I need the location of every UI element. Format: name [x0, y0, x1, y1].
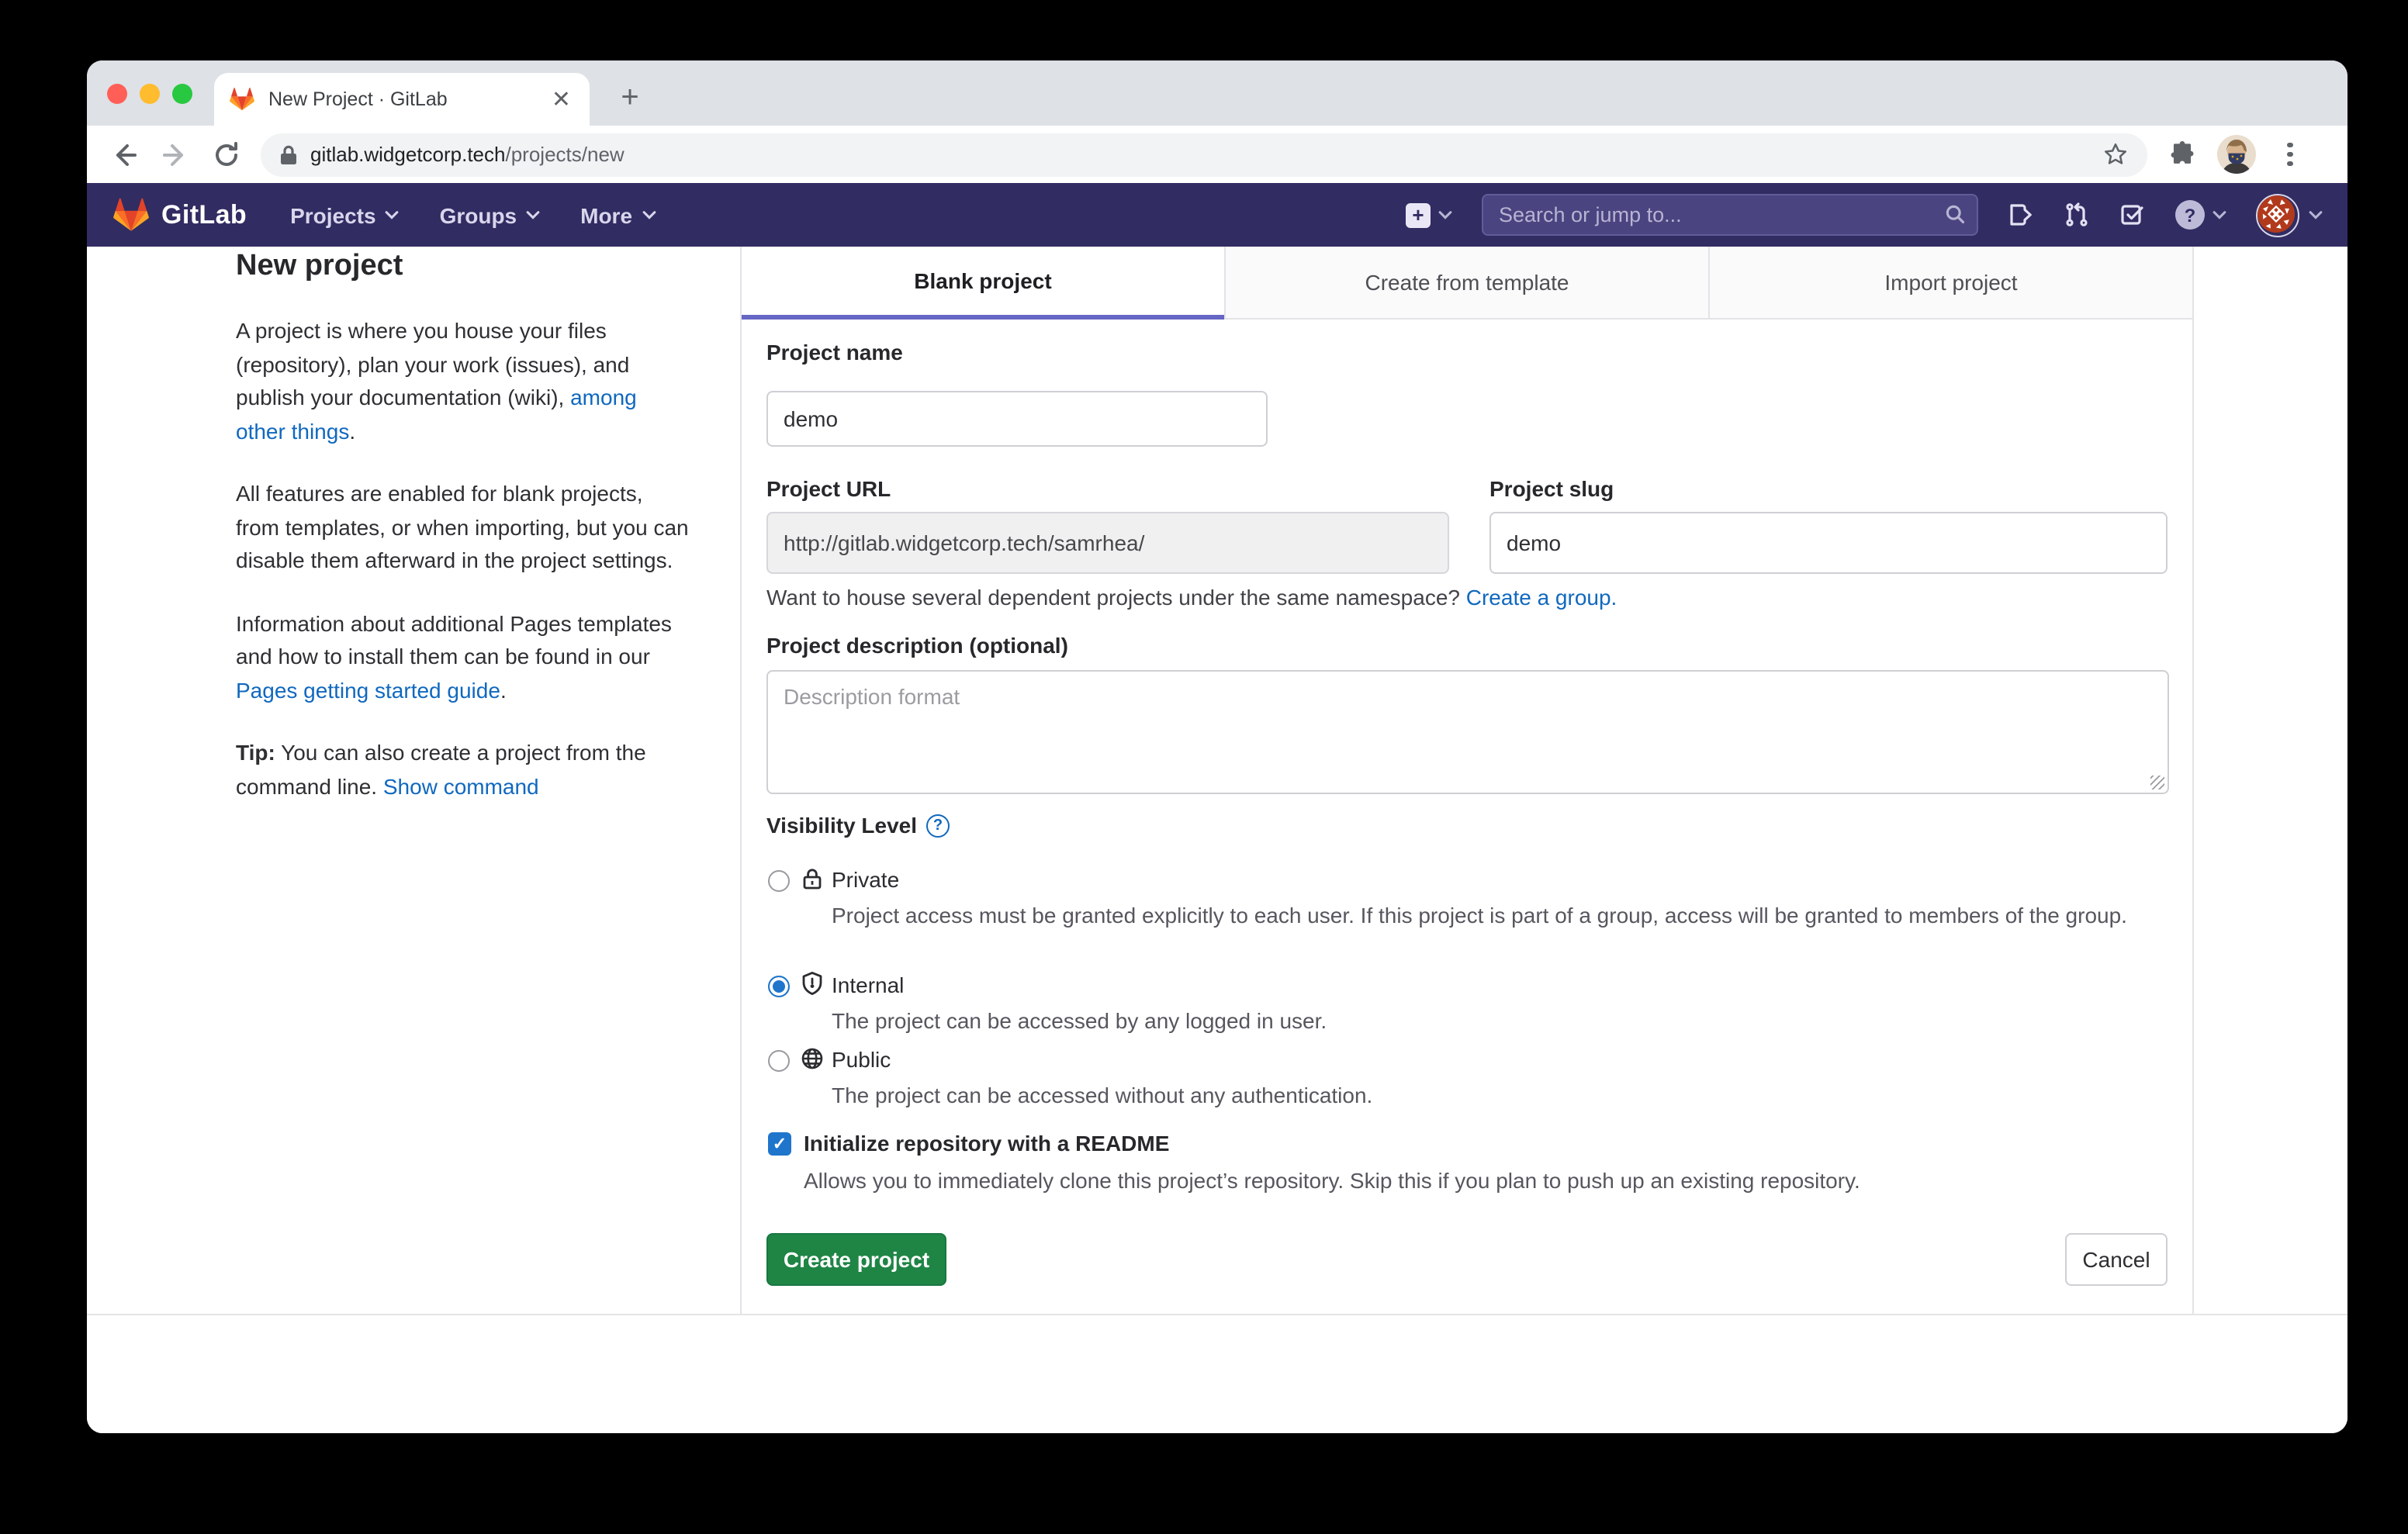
back-icon[interactable] — [110, 140, 138, 168]
chevron-down-icon — [1438, 210, 1452, 219]
browser-tab[interactable]: New Project · GitLab ✕ — [214, 73, 590, 126]
project-slug-label: Project slug — [1489, 476, 1614, 501]
page-bottom-divider — [87, 1314, 2347, 1315]
toolbar-right — [2169, 135, 2302, 174]
chevron-down-icon — [2213, 210, 2226, 219]
public-option-label[interactable]: Public — [832, 1047, 891, 1072]
visibility-level-label: Visibility Level ? — [766, 813, 950, 838]
global-search — [1482, 194, 1978, 236]
namespace-hint: Want to house several dependent projects… — [766, 585, 1617, 610]
project-slug-input[interactable] — [1489, 512, 2168, 574]
gitlab-logo[interactable]: GitLab — [113, 197, 247, 233]
new-project-panel: Blank project Create from template Impor… — [740, 247, 2194, 1314]
lock-icon — [801, 867, 824, 892]
issues-icon[interactable] — [2008, 202, 2034, 228]
help-icon: ? — [2175, 200, 2205, 230]
gitlab-favicon-icon — [230, 87, 254, 112]
new-project-sidebar: New project A project is where you house… — [236, 247, 689, 833]
window-close-button[interactable] — [107, 84, 127, 104]
project-name-label: Project name — [766, 340, 903, 364]
user-avatar — [2256, 193, 2299, 237]
tab-blank-project[interactable]: Blank project — [742, 247, 1224, 320]
lock-icon — [279, 143, 298, 165]
internal-option-label[interactable]: Internal — [832, 973, 904, 997]
plus-icon: + — [1406, 202, 1431, 227]
help-dropdown[interactable]: ? — [2175, 200, 2226, 230]
project-url-input[interactable] — [766, 512, 1449, 574]
tab-close-icon[interactable]: ✕ — [548, 88, 574, 111]
readme-checkbox[interactable]: ✓ — [768, 1132, 791, 1156]
pages-guide-link[interactable]: Pages getting started guide — [236, 677, 500, 702]
browser-menu-kebab-icon[interactable] — [2278, 143, 2302, 167]
readme-desc: Allows you to immediately clone this pro… — [804, 1165, 2104, 1197]
page-title: New project — [236, 250, 689, 284]
forward-icon[interactable] — [161, 140, 189, 168]
project-name-input[interactable] — [766, 391, 1268, 447]
menu-more[interactable]: More — [580, 202, 656, 227]
new-dropdown[interactable]: + — [1406, 202, 1452, 227]
gitlab-tanuki-icon — [113, 197, 149, 233]
gitlab-navbar: GitLab Projects Groups More + — [87, 183, 2347, 247]
browser-tab-strip: New Project · GitLab ✕ + — [87, 60, 2347, 126]
menu-groups[interactable]: Groups — [440, 202, 541, 227]
search-input[interactable] — [1482, 194, 1978, 236]
project-description-label: Project description (optional) — [766, 633, 1068, 658]
tab-import-project[interactable]: Import project — [1708, 247, 2192, 320]
cancel-button[interactable]: Cancel — [2065, 1233, 2168, 1286]
project-type-tabs: Blank project Create from template Impor… — [742, 247, 2192, 320]
project-description-textarea[interactable] — [766, 670, 2169, 794]
show-command-link[interactable]: Show command — [383, 773, 539, 798]
chevron-down-icon — [2309, 210, 2323, 219]
visibility-help-icon[interactable]: ? — [926, 814, 950, 837]
chevron-down-icon — [642, 210, 656, 219]
browser-toolbar: gitlab.widgetcorp.tech/projects/new — [87, 126, 2347, 183]
tab-title: New Project · GitLab — [268, 88, 548, 110]
shield-icon — [801, 971, 824, 997]
chevron-down-icon — [526, 210, 540, 219]
globe-icon — [801, 1047, 824, 1070]
radio-public[interactable] — [768, 1050, 790, 1072]
bookmark-star-icon[interactable] — [2102, 141, 2129, 168]
user-dropdown[interactable] — [2256, 193, 2323, 237]
internal-option-desc: The project can be accessed by any logge… — [832, 1005, 2132, 1038]
menu-projects[interactable]: Projects — [290, 202, 400, 227]
sidebar-paragraph: All features are enabled for blank proje… — [236, 478, 689, 578]
radio-internal[interactable] — [768, 976, 790, 997]
extensions-puzzle-icon[interactable] — [2169, 141, 2195, 168]
resize-grip-icon[interactable] — [2150, 776, 2164, 789]
tab-create-from-template[interactable]: Create from template — [1224, 247, 1708, 320]
sidebar-paragraph: Information about additional Pages templ… — [236, 607, 689, 707]
new-tab-button[interactable]: + — [608, 76, 652, 119]
reload-icon[interactable] — [213, 140, 240, 168]
merge-request-icon[interactable] — [2064, 202, 2090, 228]
private-option-label[interactable]: Private — [832, 867, 899, 892]
radio-private[interactable] — [768, 870, 790, 892]
navbar-menu: Projects Groups More — [290, 202, 656, 227]
browser-profile-avatar[interactable] — [2217, 135, 2256, 174]
address-bar[interactable]: gitlab.widgetcorp.tech/projects/new — [261, 133, 2147, 176]
page-content: New project A project is where you house… — [87, 247, 2347, 1433]
window-zoom-button[interactable] — [172, 84, 192, 104]
chevron-down-icon — [386, 210, 400, 219]
sidebar-tip: Tip: You can also create a project from … — [236, 737, 689, 803]
readme-label[interactable]: Initialize repository with a README — [804, 1131, 1169, 1156]
gitlab-wordmark: GitLab — [161, 199, 247, 230]
screen: New Project · GitLab ✕ + gitlab.widgetco… — [0, 0, 2408, 1534]
window-minimize-button[interactable] — [140, 84, 160, 104]
sidebar-paragraph: A project is where you house your files … — [236, 315, 689, 448]
create-a-group-link[interactable]: Create a group. — [1466, 585, 1617, 610]
public-option-desc: The project can be accessed without any … — [832, 1080, 2132, 1112]
url-text: gitlab.widgetcorp.tech/projects/new — [310, 143, 2102, 166]
navbar-right: + ? — [1406, 183, 2323, 247]
private-option-desc: Project access must be granted explicitl… — [832, 900, 2132, 932]
search-icon[interactable] — [1944, 203, 1966, 225]
create-project-button[interactable]: Create project — [766, 1233, 946, 1286]
project-url-label: Project URL — [766, 476, 891, 501]
todo-icon[interactable] — [2119, 202, 2146, 228]
browser-window: New Project · GitLab ✕ + gitlab.widgetco… — [87, 60, 2347, 1433]
